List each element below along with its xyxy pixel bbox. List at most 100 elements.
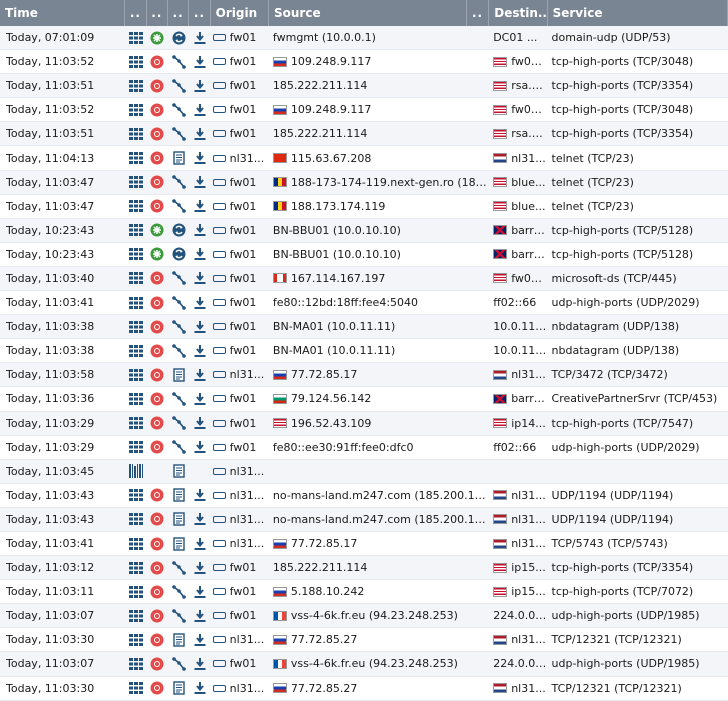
origin-cell: nl31... (211, 532, 269, 555)
table-row[interactable]: Today, 11:03:38 fw01 BN-MA01 (10.0.11.11) 1… (0, 339, 728, 364)
nat-icon (172, 223, 186, 237)
origin-cell: fw01 (211, 26, 269, 49)
time-cell: Today, 11:03:43 (6, 512, 95, 526)
table-row[interactable]: Today, 11:03:51 fw01 185.222.211.114 rsa.n.… (0, 122, 728, 147)
table-row[interactable]: Today, 11:03:29 fw01 196.52.43.109 ip14... t… (0, 411, 728, 436)
block-icon (150, 537, 164, 551)
column-header-source[interactable]: Source (269, 0, 467, 26)
table-row[interactable]: Today, 11:03:30 nl31... 77.72.85.27 nl31...… (0, 628, 728, 653)
origin-text: fw01 (229, 55, 257, 69)
column-type-cell (125, 460, 146, 483)
origin-text: fw01 (229, 223, 257, 237)
source-text: BN-MA01 (10.0.11.11) (272, 344, 396, 358)
table-row[interactable]: Today, 11:03:41 nl31... 77.72.85.17 nl31...… (0, 531, 728, 557)
table-row[interactable]: Today, 11:03:43 nl31... no-mans-land.m247.… (0, 507, 728, 532)
time-cell: Today, 11:03:36 (6, 392, 95, 406)
destination-cell: blue... (489, 195, 547, 218)
column-header-icon-4[interactable]: .. (189, 0, 211, 26)
table-row[interactable]: Today, 11:03:41 fw01 fe80::12bd:18ff:fee4:… (0, 291, 728, 316)
column-header-icon-1[interactable]: .. (125, 0, 147, 26)
column-type-cell (125, 628, 146, 651)
column-rule-cell (168, 604, 189, 627)
time-cell: Today, 11:03:45 (6, 464, 95, 478)
origin-text: fw01 (229, 440, 257, 454)
table-row[interactable]: Today, 10:23:43 fw01 BN-BBU01 (10.0.10.10)… (0, 218, 728, 243)
flag-us-icon (493, 56, 508, 67)
column-action-cell (147, 339, 168, 362)
table-row[interactable]: Today, 11:03:12 fw01 185.222.211.114 ip15..… (0, 556, 728, 581)
table-row[interactable]: Today, 11:03:47 fw01 188.173.174.119 blue..… (0, 194, 728, 219)
destination-cell: fw01... (489, 50, 548, 73)
download-icon (194, 440, 206, 454)
source-text: 77.72.85.17 (290, 368, 358, 382)
table-row[interactable]: Today, 11:03:07 fw01 vss-4-6k.fr.eu (94.23… (0, 652, 728, 677)
column-rule-cell (168, 652, 189, 675)
table-row[interactable]: Today, 11:03:51 fw01 185.222.211.114 rsa.n.… (0, 74, 728, 99)
destination-cell: ip15... (489, 556, 547, 579)
table-row[interactable]: Today, 11:03:29 fw01 fe80::ee30:91ff:fee0:… (0, 435, 728, 460)
table-row[interactable]: Today, 11:03:40 fw01 167.114.167.197 fw01..… (0, 266, 728, 292)
destination-cell: DC01 ... (489, 26, 547, 49)
grid-icon (128, 127, 143, 140)
grid-icon (128, 200, 143, 213)
origin-text: fw01 (229, 320, 257, 334)
source-text: 188-173-174-119.next-gen.ro (188.... (290, 175, 490, 189)
column-header-icon-2[interactable]: .. (147, 0, 168, 26)
table-row[interactable]: Today, 11:03:38 fw01 BN-MA01 (10.0.11.11) 1… (0, 315, 728, 340)
time-cell: Today, 11:03:41 (6, 296, 95, 310)
flag-ru-icon (272, 634, 287, 645)
flag-ro-icon (272, 177, 287, 188)
table-row[interactable]: Today, 11:03:30 nl31... 77.72.85.27 nl31...… (0, 676, 728, 701)
source-cell: 77.72.85.17 (269, 363, 489, 386)
column-header-icon-3[interactable]: .. (168, 0, 190, 26)
destination-text: blue... (511, 175, 546, 189)
destination-text: barra... (511, 223, 548, 237)
route-icon (171, 54, 186, 69)
destination-cell: barra... (489, 243, 548, 266)
table-row[interactable]: Today, 11:04:13 nl31... 115.63.67.208 nl31.… (0, 146, 728, 171)
flag-nl-icon (493, 514, 508, 525)
column-header-time[interactable]: Time (0, 0, 126, 26)
source-text: no-mans-land.m247.com (185.200.11... (272, 488, 490, 502)
network-interface-icon (212, 564, 226, 572)
column-action-cell (147, 604, 168, 627)
download-icon (194, 296, 206, 310)
column-header-origin[interactable]: Origin (211, 0, 269, 26)
download-icon (194, 223, 206, 237)
table-row[interactable]: Today, 11:03:47 fw01 188-173-174-119.next-… (0, 170, 728, 195)
table-row[interactable]: Today, 11:03:52 fw01 109.248.9.117 fw01... t… (0, 50, 728, 75)
table-row[interactable]: Today, 11:03:52 fw01 109.248.9.117 fw01... t… (0, 98, 728, 123)
table-row[interactable]: Today, 07:01:09 fw01 fwmgmt (10.0.0.1) DC01… (0, 26, 728, 51)
source-text: fe80::12bd:18ff:fee4:5040 (272, 296, 419, 310)
source-text: 188.173.174.119 (290, 199, 386, 213)
table-row[interactable]: Today, 11:03:07 fw01 vss-4-6k.fr.eu (94.23… (0, 604, 728, 629)
block-icon (150, 585, 164, 599)
column-action-cell (147, 532, 168, 555)
table-row[interactable]: Today, 11:03:58 nl31... 77.72.85.17 nl31...… (0, 363, 728, 388)
network-interface-icon (212, 178, 226, 186)
table-row[interactable]: Today, 11:03:36 fw01 79.124.56.142 barra...… (0, 387, 728, 412)
source-text: 185.222.211.114 (272, 127, 368, 141)
column-rule-cell (168, 243, 189, 266)
origin-text: fw01 (229, 247, 257, 261)
table-row[interactable]: Today, 11:03:43 nl31... no-mans-land.m247.… (0, 483, 728, 508)
service-cell: telnet (TCP/23) (551, 175, 634, 189)
table-row[interactable]: Today, 11:03:11 fw01 5.188.10.242 ip15... tc… (0, 580, 728, 605)
source-cell: 188.173.174.119 (269, 195, 489, 218)
table-row[interactable]: Today, 11:03:45 nl31... (0, 459, 728, 484)
column-header-source-more[interactable]: .. (467, 0, 490, 26)
service-cell: UDP/1194 (UDP/1194) (551, 488, 674, 502)
service-cell: tcp-high-ports (TCP/3354) (551, 561, 694, 575)
source-cell: 185.222.211.114 (269, 74, 489, 97)
column-type-cell (125, 243, 146, 266)
flag-us-icon (493, 80, 508, 91)
download-icon (194, 79, 206, 93)
column-direction-cell (189, 26, 210, 49)
column-header-service[interactable]: Service (548, 0, 728, 26)
destination-cell: nl31... (489, 363, 547, 386)
route-icon (171, 319, 186, 334)
source-text: 109.248.9.117 (290, 103, 372, 117)
column-header-destination[interactable]: Destin... (489, 0, 548, 26)
table-row[interactable]: Today, 10:23:43 fw01 BN-BBU01 (10.0.10.10)… (0, 242, 728, 267)
service-cell: tcp-high-ports (TCP/3048) (551, 55, 694, 69)
